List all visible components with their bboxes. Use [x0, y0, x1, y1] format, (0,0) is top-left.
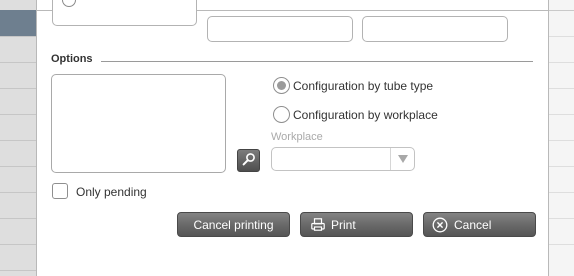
- workplace-dropdown-toggle[interactable]: [390, 148, 414, 170]
- radio-config-by-tube-type[interactable]: [273, 77, 290, 94]
- background-grid-panel: [548, 0, 574, 276]
- section-divider: [101, 61, 533, 62]
- selected-list-row: [0, 10, 36, 36]
- grid-row-divider: [549, 114, 574, 115]
- list-row-divider: [0, 62, 36, 63]
- close-circle-icon: [432, 217, 448, 233]
- list-row-divider: [0, 140, 36, 141]
- radio-config-by-tube-type-label: Configuration by tube type: [293, 79, 434, 93]
- printer-icon: [311, 218, 325, 231]
- options-section-title: Options: [51, 53, 93, 65]
- print-button[interactable]: Print: [300, 212, 413, 237]
- list-row-divider: [0, 192, 36, 193]
- background-list-panel: [0, 0, 37, 276]
- search-button[interactable]: [237, 149, 260, 172]
- grid-row-divider: [549, 88, 574, 89]
- list-row-divider: [0, 166, 36, 167]
- radio-config-by-workplace[interactable]: [273, 106, 290, 123]
- grid-row-divider: [549, 62, 574, 63]
- grid-row-divider: [549, 244, 574, 245]
- grid-row-divider: [549, 36, 574, 37]
- chevron-down-icon: [397, 152, 408, 166]
- radio-selected-dot: [277, 81, 286, 90]
- grid-row-divider: [549, 192, 574, 193]
- list-row-divider: [0, 36, 36, 37]
- only-pending-checkbox[interactable]: [52, 183, 68, 199]
- list-row-divider: [0, 270, 36, 271]
- workplace-label: Workplace: [271, 131, 323, 143]
- date-from-field[interactable]: [207, 16, 353, 42]
- cancel-printing-label: Cancel printing: [193, 217, 274, 232]
- list-row-divider: [0, 114, 36, 115]
- date-to-field[interactable]: [362, 16, 508, 42]
- grid-row-divider: [549, 166, 574, 167]
- cancel-label: Cancel: [454, 217, 492, 232]
- top-partial-field[interactable]: [52, 0, 197, 26]
- list-row-divider: [0, 218, 36, 219]
- top-partial-radio[interactable]: [62, 0, 76, 7]
- list-row-divider: [0, 244, 36, 245]
- print-label: Print: [331, 217, 356, 232]
- options-text-area[interactable]: [51, 74, 226, 173]
- only-pending-label: Only pending: [76, 185, 147, 199]
- workplace-select[interactable]: [271, 147, 415, 171]
- grid-row-divider: [549, 10, 574, 11]
- search-icon: [242, 152, 256, 169]
- cancel-button[interactable]: Cancel: [423, 212, 536, 237]
- grid-row-divider: [549, 140, 574, 141]
- list-row-divider: [0, 88, 36, 89]
- radio-config-by-workplace-label: Configuration by workplace: [293, 108, 438, 122]
- grid-row-divider: [549, 218, 574, 219]
- cancel-printing-button[interactable]: Cancel printing: [177, 212, 290, 237]
